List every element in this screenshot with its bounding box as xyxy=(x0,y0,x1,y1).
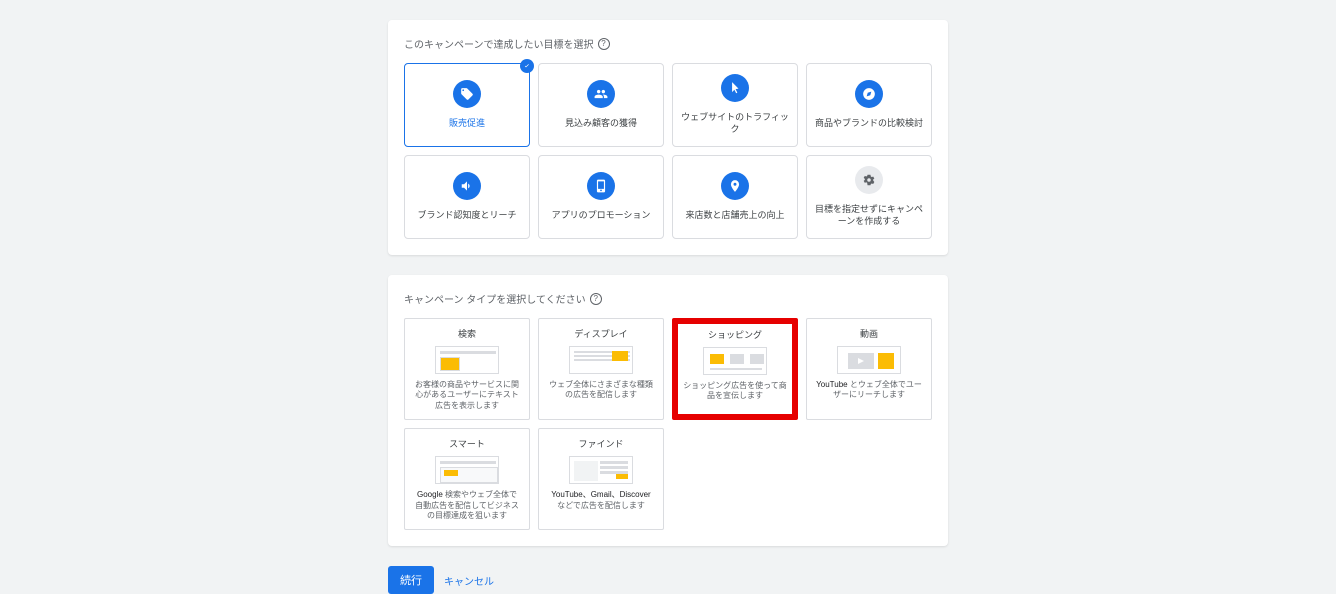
cancel-button[interactable]: キャンセル xyxy=(444,573,494,588)
type-title: 検索 xyxy=(458,327,476,340)
megaphone-icon xyxy=(453,172,481,200)
compass-icon xyxy=(855,80,883,108)
type-desc: YouTube とウェブ全体でユーザーにリーチします xyxy=(813,380,925,401)
goal-header-text: このキャンペーンで達成したい目標を選択 xyxy=(404,36,594,51)
goal-label: 販売促進 xyxy=(441,118,493,130)
type-panel-header: キャンペーン タイプを選択してください ? xyxy=(404,291,932,306)
goal-label: ブランド認知度とリーチ xyxy=(409,210,524,222)
goal-awareness[interactable]: ブランド認知度とリーチ xyxy=(404,155,530,239)
type-desc: YouTube、Gmail、Discover などで広告を配信します xyxy=(545,490,657,511)
type-title: ショッピング xyxy=(708,328,762,341)
goal-label: アプリのプロモーション xyxy=(544,210,659,222)
goal-panel: このキャンペーンで達成したい目標を選択 ? 販売促進 見込み顧客の獲得 ウェブサ… xyxy=(388,20,948,255)
help-icon[interactable]: ? xyxy=(590,293,602,305)
type-display[interactable]: ディスプレイ ウェブ全体にさまざまな種類の広告を配信します xyxy=(538,318,664,420)
goal-none[interactable]: 目標を指定せずにキャンペーンを作成する xyxy=(806,155,932,239)
goal-leads[interactable]: 見込み顧客の獲得 xyxy=(538,63,664,147)
goal-store[interactable]: 来店数と店舗売上の向上 xyxy=(672,155,798,239)
check-icon xyxy=(520,59,534,73)
cursor-icon xyxy=(721,74,749,102)
type-shopping[interactable]: ショッピング ショッピング広告を使って商品を宣伝します xyxy=(672,318,798,420)
goal-sales[interactable]: 販売促進 xyxy=(404,63,530,147)
type-desc: ショッピング広告を使って商品を宣伝します xyxy=(680,381,790,402)
type-desc: ウェブ全体にさまざまな種類の広告を配信します xyxy=(545,380,657,401)
people-icon xyxy=(587,80,615,108)
type-find[interactable]: ファインド YouTube、Gmail、Discover などで広告を配信します xyxy=(538,428,664,530)
type-desc: Google 検索やウェブ全体で自動広告を配信してビジネスの目標達成を狙います xyxy=(411,490,523,521)
type-smart[interactable]: スマート Google 検索やウェブ全体で自動広告を配信してビジネスの目標達成を… xyxy=(404,428,530,530)
goal-label: 商品やブランドの比較検討 xyxy=(807,118,931,130)
type-video[interactable]: 動画 YouTube とウェブ全体でユーザーにリーチします xyxy=(806,318,932,420)
find-thumb-icon xyxy=(569,456,633,484)
pin-icon xyxy=(721,172,749,200)
phone-icon xyxy=(587,172,615,200)
goal-label: 目標を指定せずにキャンペーンを作成する xyxy=(807,204,931,227)
goal-label: ウェブサイトのトラフィック xyxy=(673,112,797,135)
continue-button[interactable]: 続行 xyxy=(388,566,434,594)
type-title: ファインド xyxy=(578,437,623,450)
goal-label: 見込み顧客の獲得 xyxy=(557,118,645,130)
goal-app[interactable]: アプリのプロモーション xyxy=(538,155,664,239)
type-desc: お客様の商品やサービスに関心があるユーザーにテキスト広告を表示します xyxy=(411,380,523,411)
type-header-text: キャンペーン タイプを選択してください xyxy=(404,291,586,306)
tag-icon xyxy=(453,80,481,108)
help-icon[interactable]: ? xyxy=(598,38,610,50)
smart-thumb-icon xyxy=(435,456,499,484)
shopping-thumb-icon xyxy=(703,347,767,375)
goal-label: 来店数と店舗売上の向上 xyxy=(677,210,792,222)
type-title: スマート xyxy=(449,437,485,450)
type-title: ディスプレイ xyxy=(574,327,627,340)
search-thumb-icon xyxy=(435,346,499,374)
video-thumb-icon xyxy=(837,346,901,374)
goal-traffic[interactable]: ウェブサイトのトラフィック xyxy=(672,63,798,147)
type-panel: キャンペーン タイプを選択してください ? 検索 お客様の商品やサービスに関心が… xyxy=(388,275,948,546)
type-title: 動画 xyxy=(860,327,878,340)
goal-panel-header: このキャンペーンで達成したい目標を選択 ? xyxy=(404,36,932,51)
goal-consideration[interactable]: 商品やブランドの比較検討 xyxy=(806,63,932,147)
type-search[interactable]: 検索 お客様の商品やサービスに関心があるユーザーにテキスト広告を表示します xyxy=(404,318,530,420)
display-thumb-icon xyxy=(569,346,633,374)
gear-icon xyxy=(855,166,883,194)
